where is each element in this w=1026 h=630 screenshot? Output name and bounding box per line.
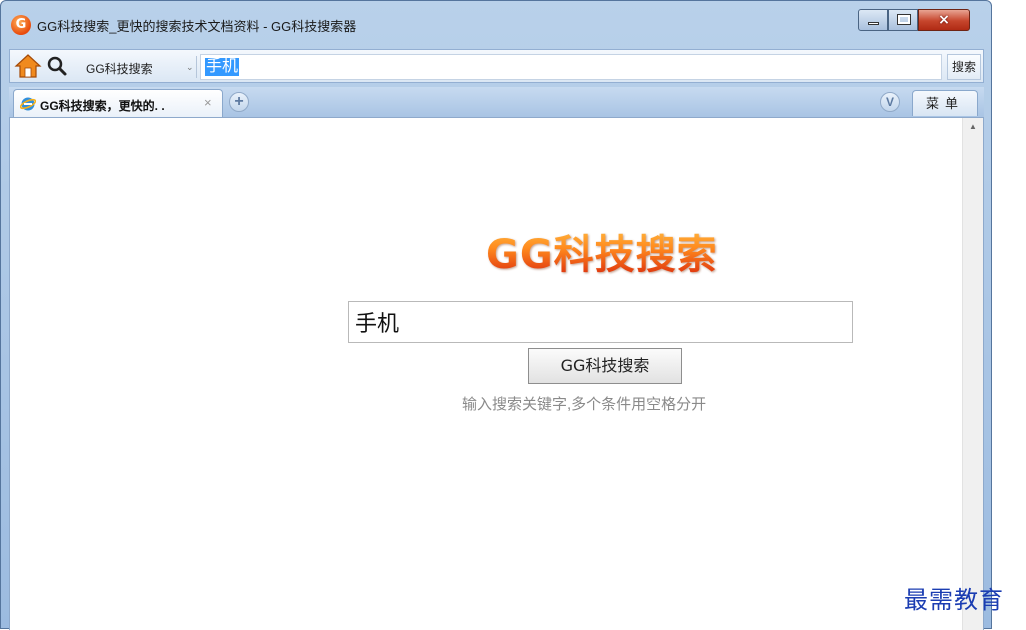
home-icon: [14, 54, 42, 78]
maximize-icon: [897, 14, 911, 25]
search-icon[interactable]: [46, 55, 68, 77]
tab-close-icon[interactable]: ×: [204, 95, 212, 110]
browser-window: G GG科技搜索_更快的搜索技术文档资料 - GG科技搜索器 × GG科技搜索 …: [0, 0, 992, 630]
new-tab-button[interactable]: +: [229, 92, 249, 112]
tab-label: GG科技搜索，更快的. .: [40, 99, 165, 113]
home-button[interactable]: [14, 53, 42, 79]
search-input-box[interactable]: [348, 301, 853, 343]
navigation-toolbar: GG科技搜索 ⌄ 手机 搜索: [9, 49, 984, 83]
address-input-text[interactable]: 手机: [205, 58, 240, 76]
close-icon: ×: [938, 12, 950, 28]
search-input[interactable]: [349, 302, 852, 342]
chevron-down-icon[interactable]: ⌄: [186, 62, 194, 73]
toolbar-search-button[interactable]: 搜索: [947, 54, 981, 80]
search-hint: 输入搜索关键字,多个条件用空格分开: [462, 396, 707, 413]
tab-active[interactable]: GG科技搜索，更快的. . ×: [13, 89, 223, 117]
minimize-button[interactable]: [858, 9, 888, 31]
v-button[interactable]: V: [880, 92, 900, 112]
menu-button[interactable]: 菜单: [912, 90, 978, 116]
toolbar-divider: [196, 56, 197, 78]
title-bar[interactable]: G GG科技搜索_更快的搜索技术文档资料 - GG科技搜索器 ×: [1, 1, 991, 39]
close-button[interactable]: ×: [918, 9, 970, 31]
scroll-up-arrow-icon[interactable]: ▲: [963, 122, 983, 131]
search-button[interactable]: GG科技搜索: [528, 348, 682, 384]
site-logo: GG科技搜索: [486, 222, 718, 280]
vertical-scrollbar[interactable]: ▲: [962, 118, 983, 630]
minimize-icon: [868, 22, 879, 25]
address-bar[interactable]: 手机: [200, 54, 942, 80]
maximize-button[interactable]: [888, 9, 918, 31]
ie-icon: [20, 97, 36, 111]
tab-bar: GG科技搜索，更快的. . × + V 菜单: [9, 87, 984, 117]
app-logo-icon: G: [11, 15, 31, 35]
watermark: 最需教育: [904, 586, 1004, 614]
page-content: ▲ GG科技搜索 GG科技搜索 输入搜索关键字,多个条件用空格分开: [9, 117, 984, 630]
window-title: GG科技搜索_更快的搜索技术文档资料 - GG科技搜索器: [37, 19, 357, 34]
search-engine-selector[interactable]: GG科技搜索: [86, 60, 153, 77]
